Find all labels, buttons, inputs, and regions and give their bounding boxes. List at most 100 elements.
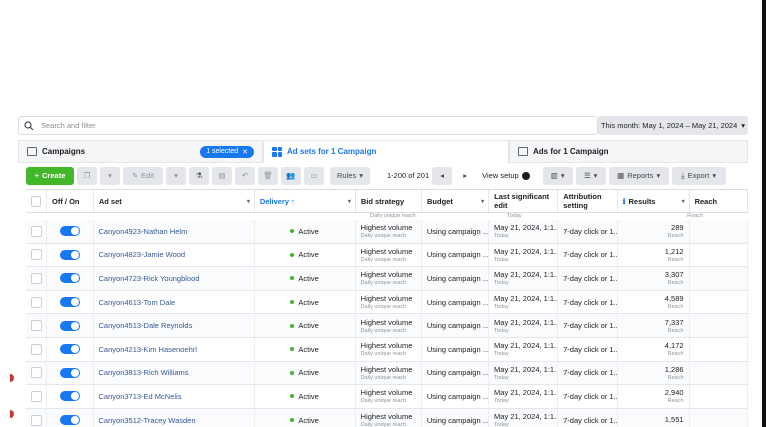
on-off-toggle[interactable] <box>59 273 80 284</box>
row-toggle-cell[interactable] <box>47 243 94 267</box>
on-off-toggle[interactable] <box>59 226 80 237</box>
table-row[interactable]: Canyon4723-Rick Youngblood Active Highest … <box>26 267 748 291</box>
undo-button[interactable]: ↶ <box>235 166 255 185</box>
row-select-cell[interactable] <box>26 408 47 427</box>
table-row[interactable]: Canyon3512-Tracey Wasden Active Highest vo… <box>26 408 748 427</box>
select-all-cell[interactable] <box>26 190 47 212</box>
row-toggle-cell[interactable] <box>47 385 94 408</box>
adset-name-link[interactable]: Canyon4613-Tom Dale <box>99 298 249 307</box>
row-select-cell[interactable] <box>26 220 47 243</box>
col-results[interactable]: ℹ Results ▾ <box>618 190 690 212</box>
row-checkbox[interactable] <box>31 272 42 284</box>
on-off-toggle[interactable] <box>59 344 80 355</box>
adset-name-cell[interactable]: Canyon4613-Tom Dale <box>94 290 255 314</box>
adset-name-cell[interactable]: Canyon3813-Rich Williams <box>94 361 255 385</box>
ab-test-button[interactable]: ⚗ <box>189 166 209 185</box>
budget-cell[interactable]: Using campaign ... <box>422 385 490 408</box>
row-toggle-cell[interactable] <box>47 220 94 243</box>
row-select-cell[interactable] <box>26 267 47 290</box>
on-off-toggle[interactable] <box>59 415 80 426</box>
budget-cell[interactable]: Using campaign ... <box>422 267 490 290</box>
rules-button[interactable]: Rules ▾ <box>330 166 370 185</box>
row-toggle-cell[interactable] <box>47 361 94 385</box>
tab-ads[interactable]: Ads for 1 Campaign <box>509 140 748 163</box>
adset-name-link[interactable]: Canyon3713-Ed McNelis <box>99 392 249 401</box>
close-icon[interactable]: ✕ <box>242 148 248 156</box>
on-off-toggle[interactable] <box>59 367 80 378</box>
adset-name-link[interactable]: Canyon4923-Nathan Helm <box>99 227 249 236</box>
on-off-toggle[interactable] <box>59 391 80 402</box>
row-checkbox[interactable] <box>31 225 42 237</box>
row-select-cell[interactable] <box>26 361 47 385</box>
row-select-cell[interactable] <box>26 290 47 314</box>
tab-adsets[interactable]: Ad sets for 1 Campaign <box>263 140 509 163</box>
adset-name-link[interactable]: Canyon4823-Jamie Wood <box>99 250 249 259</box>
table-row[interactable]: Canyon4213-Kim Hasenoehrl Active Highest v… <box>26 337 748 362</box>
row-toggle-cell[interactable] <box>47 267 94 290</box>
row-select-cell[interactable] <box>26 337 47 361</box>
export-button[interactable]: ⤓ Export ▾ <box>671 166 726 185</box>
comment-button[interactable]: ▭ <box>304 166 324 185</box>
edit-menu-button[interactable]: ▾ <box>166 166 186 185</box>
budget-cell[interactable]: Using campaign ... <box>422 243 490 267</box>
budget-cell[interactable]: Using campaign ... <box>422 408 490 427</box>
row-select-cell[interactable] <box>26 243 47 267</box>
row-select-cell[interactable] <box>26 385 47 408</box>
col-delivery[interactable]: Delivery ↑ ▾ <box>255 190 356 212</box>
col-last-edit[interactable]: Last significant edit <box>489 190 559 212</box>
adset-name-cell[interactable]: Canyon3512-Tracey Wasden <box>94 408 255 427</box>
reports-button[interactable]: ▦ Reports ▾ <box>608 166 669 185</box>
col-offon[interactable]: Off / On <box>47 190 94 212</box>
col-reach[interactable]: Reach <box>690 190 748 212</box>
prev-page-button[interactable]: ◂ <box>432 166 453 185</box>
table-row[interactable]: Canyon4823-Jamie Wood Active Highest volum… <box>26 243 748 268</box>
row-checkbox[interactable] <box>31 414 42 426</box>
row-checkbox[interactable] <box>31 343 42 355</box>
adset-name-cell[interactable]: Canyon4213-Kim Hasenoehrl <box>94 337 255 361</box>
row-checkbox[interactable] <box>31 320 42 332</box>
date-range-button[interactable]: This month: May 1, 2024 – May 21, 2024 ▾ <box>598 116 748 135</box>
adset-name-link[interactable]: Canyon4513-Dale Reynolds <box>99 321 249 330</box>
row-checkbox[interactable] <box>31 367 42 379</box>
on-off-toggle[interactable] <box>59 297 80 308</box>
adset-name-cell[interactable]: Canyon4723-Rick Youngblood <box>94 267 255 290</box>
columns-button[interactable]: ▥ ▾ <box>542 166 573 185</box>
adset-name-link[interactable]: Canyon3512-Tracey Wasden <box>99 416 249 425</box>
on-off-toggle[interactable] <box>59 249 80 260</box>
budget-cell[interactable]: Using campaign ... <box>422 314 490 337</box>
duplicate-button[interactable]: ❐ <box>77 166 97 185</box>
col-bid[interactable]: Bid strategy <box>356 190 423 212</box>
adset-name-cell[interactable]: Canyon4923-Nathan Helm <box>94 220 255 243</box>
table-row[interactable]: Canyon3813-Rich Williams Active Highest vo… <box>26 361 748 386</box>
edit-button[interactable]: ✎ Edit <box>123 166 163 185</box>
adset-name-link[interactable]: Canyon4213-Kim Hasenoehrl <box>99 345 249 354</box>
row-checkbox[interactable] <box>31 296 42 308</box>
audience-button[interactable]: 👥 <box>281 166 301 185</box>
duplicate-menu-button[interactable]: ▾ <box>100 166 120 185</box>
budget-cell[interactable]: Using campaign ... <box>422 290 490 314</box>
row-select-cell[interactable] <box>26 314 47 337</box>
view-setup-toggle[interactable]: View setup <box>482 171 530 180</box>
row-toggle-cell[interactable] <box>47 408 94 427</box>
create-button[interactable]: + Create <box>26 166 74 185</box>
row-toggle-cell[interactable] <box>47 290 94 314</box>
row-checkbox[interactable] <box>31 249 42 261</box>
row-checkbox[interactable] <box>31 390 42 402</box>
delete-button[interactable]: 🗑 <box>258 166 278 185</box>
clipboard-button[interactable]: ▤ <box>212 166 232 185</box>
budget-cell[interactable]: Using campaign ... <box>422 220 490 243</box>
table-row[interactable]: Canyon3713-Ed McNelis Active Highest volum… <box>26 385 748 409</box>
budget-cell[interactable]: Using campaign ... <box>422 337 490 361</box>
breakdown-button[interactable]: ☰ ▾ <box>575 166 606 185</box>
col-budget[interactable]: Budget ▾ <box>422 190 490 212</box>
select-all-checkbox[interactable] <box>31 195 41 207</box>
next-page-button[interactable]: ▸ <box>455 166 476 185</box>
tab-campaigns[interactable]: Campaigns 1 selected ✕ <box>18 140 263 163</box>
search-filter-bar[interactable]: Search and filter <box>18 116 598 135</box>
adset-name-cell[interactable]: Canyon3713-Ed McNelis <box>94 385 255 408</box>
col-adset[interactable]: Ad set ▾ <box>94 190 255 212</box>
table-row[interactable]: Canyon4613-Tom Dale Active Highest volume D… <box>26 290 748 315</box>
row-toggle-cell[interactable] <box>47 314 94 337</box>
col-attribution[interactable]: Attribution setting <box>558 190 618 212</box>
adset-name-link[interactable]: Canyon4723-Rick Youngblood <box>99 274 249 283</box>
